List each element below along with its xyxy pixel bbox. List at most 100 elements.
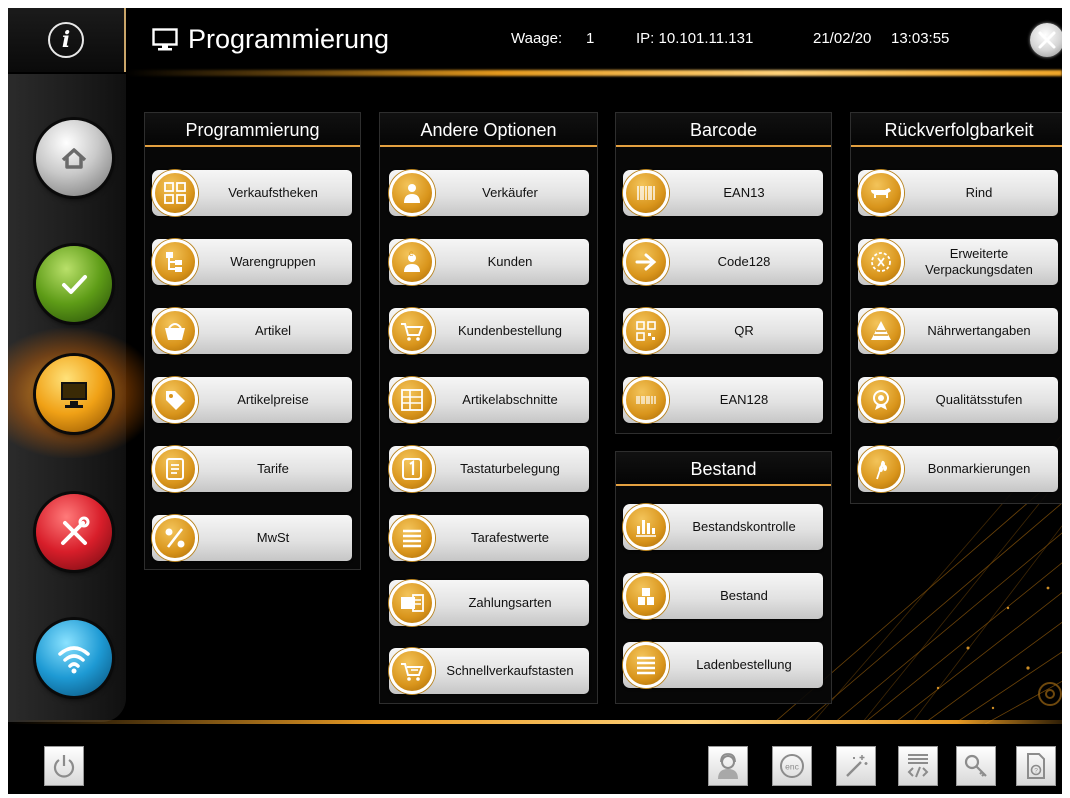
info-icon[interactable]: i [48,22,84,58]
warengruppen-button[interactable]: Warengruppen [152,239,352,285]
document-icon [166,458,184,480]
support-button[interactable] [708,746,748,786]
qualitaetsstufen-button[interactable]: Qualitätsstufen [858,377,1058,423]
scale-value: 1 [586,30,595,47]
button-label: Zahlungsarten [468,595,552,610]
qr-button[interactable]: QR [623,308,823,354]
mwst-button[interactable]: MwSt [152,515,352,561]
tarafestwerte-button[interactable]: Tarafestwerte [389,515,589,561]
button-label: Artikel [254,323,292,338]
button-label: MwSt [256,530,290,545]
code128-button[interactable]: Code128 [623,239,823,285]
monitor-icon [152,28,178,51]
verkaufstheken-button[interactable]: Verkaufstheken [152,170,352,216]
panel-barcode: Barcode EAN13 Code128 QR EAN128 [615,112,832,434]
sidebar-item-check[interactable] [36,246,112,322]
app-screen: i Programmierung Waage: 1 IP: 10.101.11.… [8,8,1062,794]
list-icon [403,529,421,548]
key-icon [964,754,987,777]
button-label: Bonmarkierungen [927,461,1031,476]
date-display: 21/02/20 [813,30,872,47]
button-label: Nährwertangaben [927,323,1031,338]
code-button[interactable] [898,746,938,786]
button-label: Artikelabschnitte [462,392,558,407]
button-label: Rind [965,185,993,200]
enc-icon: enc [780,754,804,778]
button-label: QR [734,323,754,338]
sidebar-item-home[interactable] [36,120,112,196]
close-button[interactable] [1030,23,1062,57]
button-label: Verkäufer [482,185,538,200]
ean128-button[interactable]: EAN128 [623,377,823,423]
verkaeufer-button[interactable]: Verkäufer [389,170,589,216]
cart-icon [401,323,424,341]
power-button[interactable] [44,746,84,786]
monitor-icon [61,382,87,408]
svg-text:C: C [409,252,414,258]
tastaturbelegung-button[interactable]: Tastaturbelegung [389,446,589,492]
button-label: Warengruppen [230,254,316,269]
help-document-button[interactable]: ? [1016,746,1056,786]
bonmarkierungen-button[interactable]: Bonmarkierungen [858,446,1058,492]
quality-badge-icon [873,390,889,410]
sidebar-item-network[interactable] [36,620,112,696]
payment-icon [401,594,424,612]
button-label: Kundenbestellung [457,323,563,338]
grid-icon [401,389,423,411]
button-label: Kunden [487,254,533,269]
sidebar-item-programming[interactable] [36,356,112,432]
barcode-icon [637,186,655,200]
artikel-button[interactable]: Artikel [152,308,352,354]
artikelabschnitte-button[interactable]: Artikelabschnitte [389,377,589,423]
magic-wand-icon [846,755,868,777]
qr-code-icon [636,321,656,341]
tarife-button[interactable]: Tarife [152,446,352,492]
schnellverkaufstasten-button[interactable]: Schnellverkaufstasten [389,648,589,694]
wifi-icon [58,646,90,674]
percent-icon [165,528,185,548]
time-display: 13:03:55 [891,30,950,47]
bestandskontrolle-button[interactable]: Bestandskontrolle [623,504,823,550]
check-icon [62,275,87,294]
panel-rueckverfolgbarkeit: Rückverfolgbarkeit Rind Erweiterte Verpa… [850,112,1062,504]
svg-text:enc: enc [785,762,799,772]
arrow-right-icon [635,253,657,271]
artikelpreise-button[interactable]: Artikelpreise [152,377,352,423]
power-icon [53,755,75,778]
button-label: Code128 [717,254,771,269]
kundenbestellung-button[interactable]: Kundenbestellung [389,308,589,354]
ladenbestellung-button[interactable]: Ladenbestellung [623,642,823,688]
panel-title: Barcode [616,113,831,147]
button-label: Erweiterte Verpackungsdaten [925,246,1033,277]
erweiterte-verpackungsdaten-button[interactable]: Erweiterte Verpackungsdaten [858,239,1058,285]
cow-icon [871,188,891,198]
kunden-button[interactable]: C Kunden [389,239,589,285]
sidebar [8,74,158,722]
info-tab: i [8,8,126,72]
ean13-button[interactable]: EAN13 [623,170,823,216]
barcode-icon [636,396,656,404]
key-button[interactable] [956,746,996,786]
panel-andere-optionen: Andere Optionen Verkäufer C Kunden Kunde… [379,112,598,704]
package-data-icon [871,252,891,272]
price-tag-icon [166,391,185,410]
svg-text:?: ? [1034,768,1038,775]
list-icon [637,656,655,675]
button-label: Bestand [720,588,768,603]
bestand-button[interactable]: Bestand [623,573,823,619]
panel-bestand: Bestand Bestandskontrolle Bestand Ladenb… [615,451,832,704]
button-label: Ladenbestellung [696,657,792,672]
naehrwertangaben-button[interactable]: Nährwertangaben [858,308,1058,354]
zahlungsarten-button[interactable]: Zahlungsarten [389,580,589,626]
rind-button[interactable]: Rind [858,170,1058,216]
footer-toolbar: enc ? [8,724,1062,794]
magic-wand-button[interactable] [836,746,876,786]
wheat-icon [876,460,887,480]
stock-stack-icon [638,588,654,605]
enc-button[interactable]: enc [772,746,812,786]
sidebar-item-tools[interactable] [36,494,112,570]
seller-icon [404,184,420,203]
counter-grid-icon [164,182,186,204]
home-icon [61,148,87,169]
button-label: Schnellverkaufstasten [446,663,574,678]
